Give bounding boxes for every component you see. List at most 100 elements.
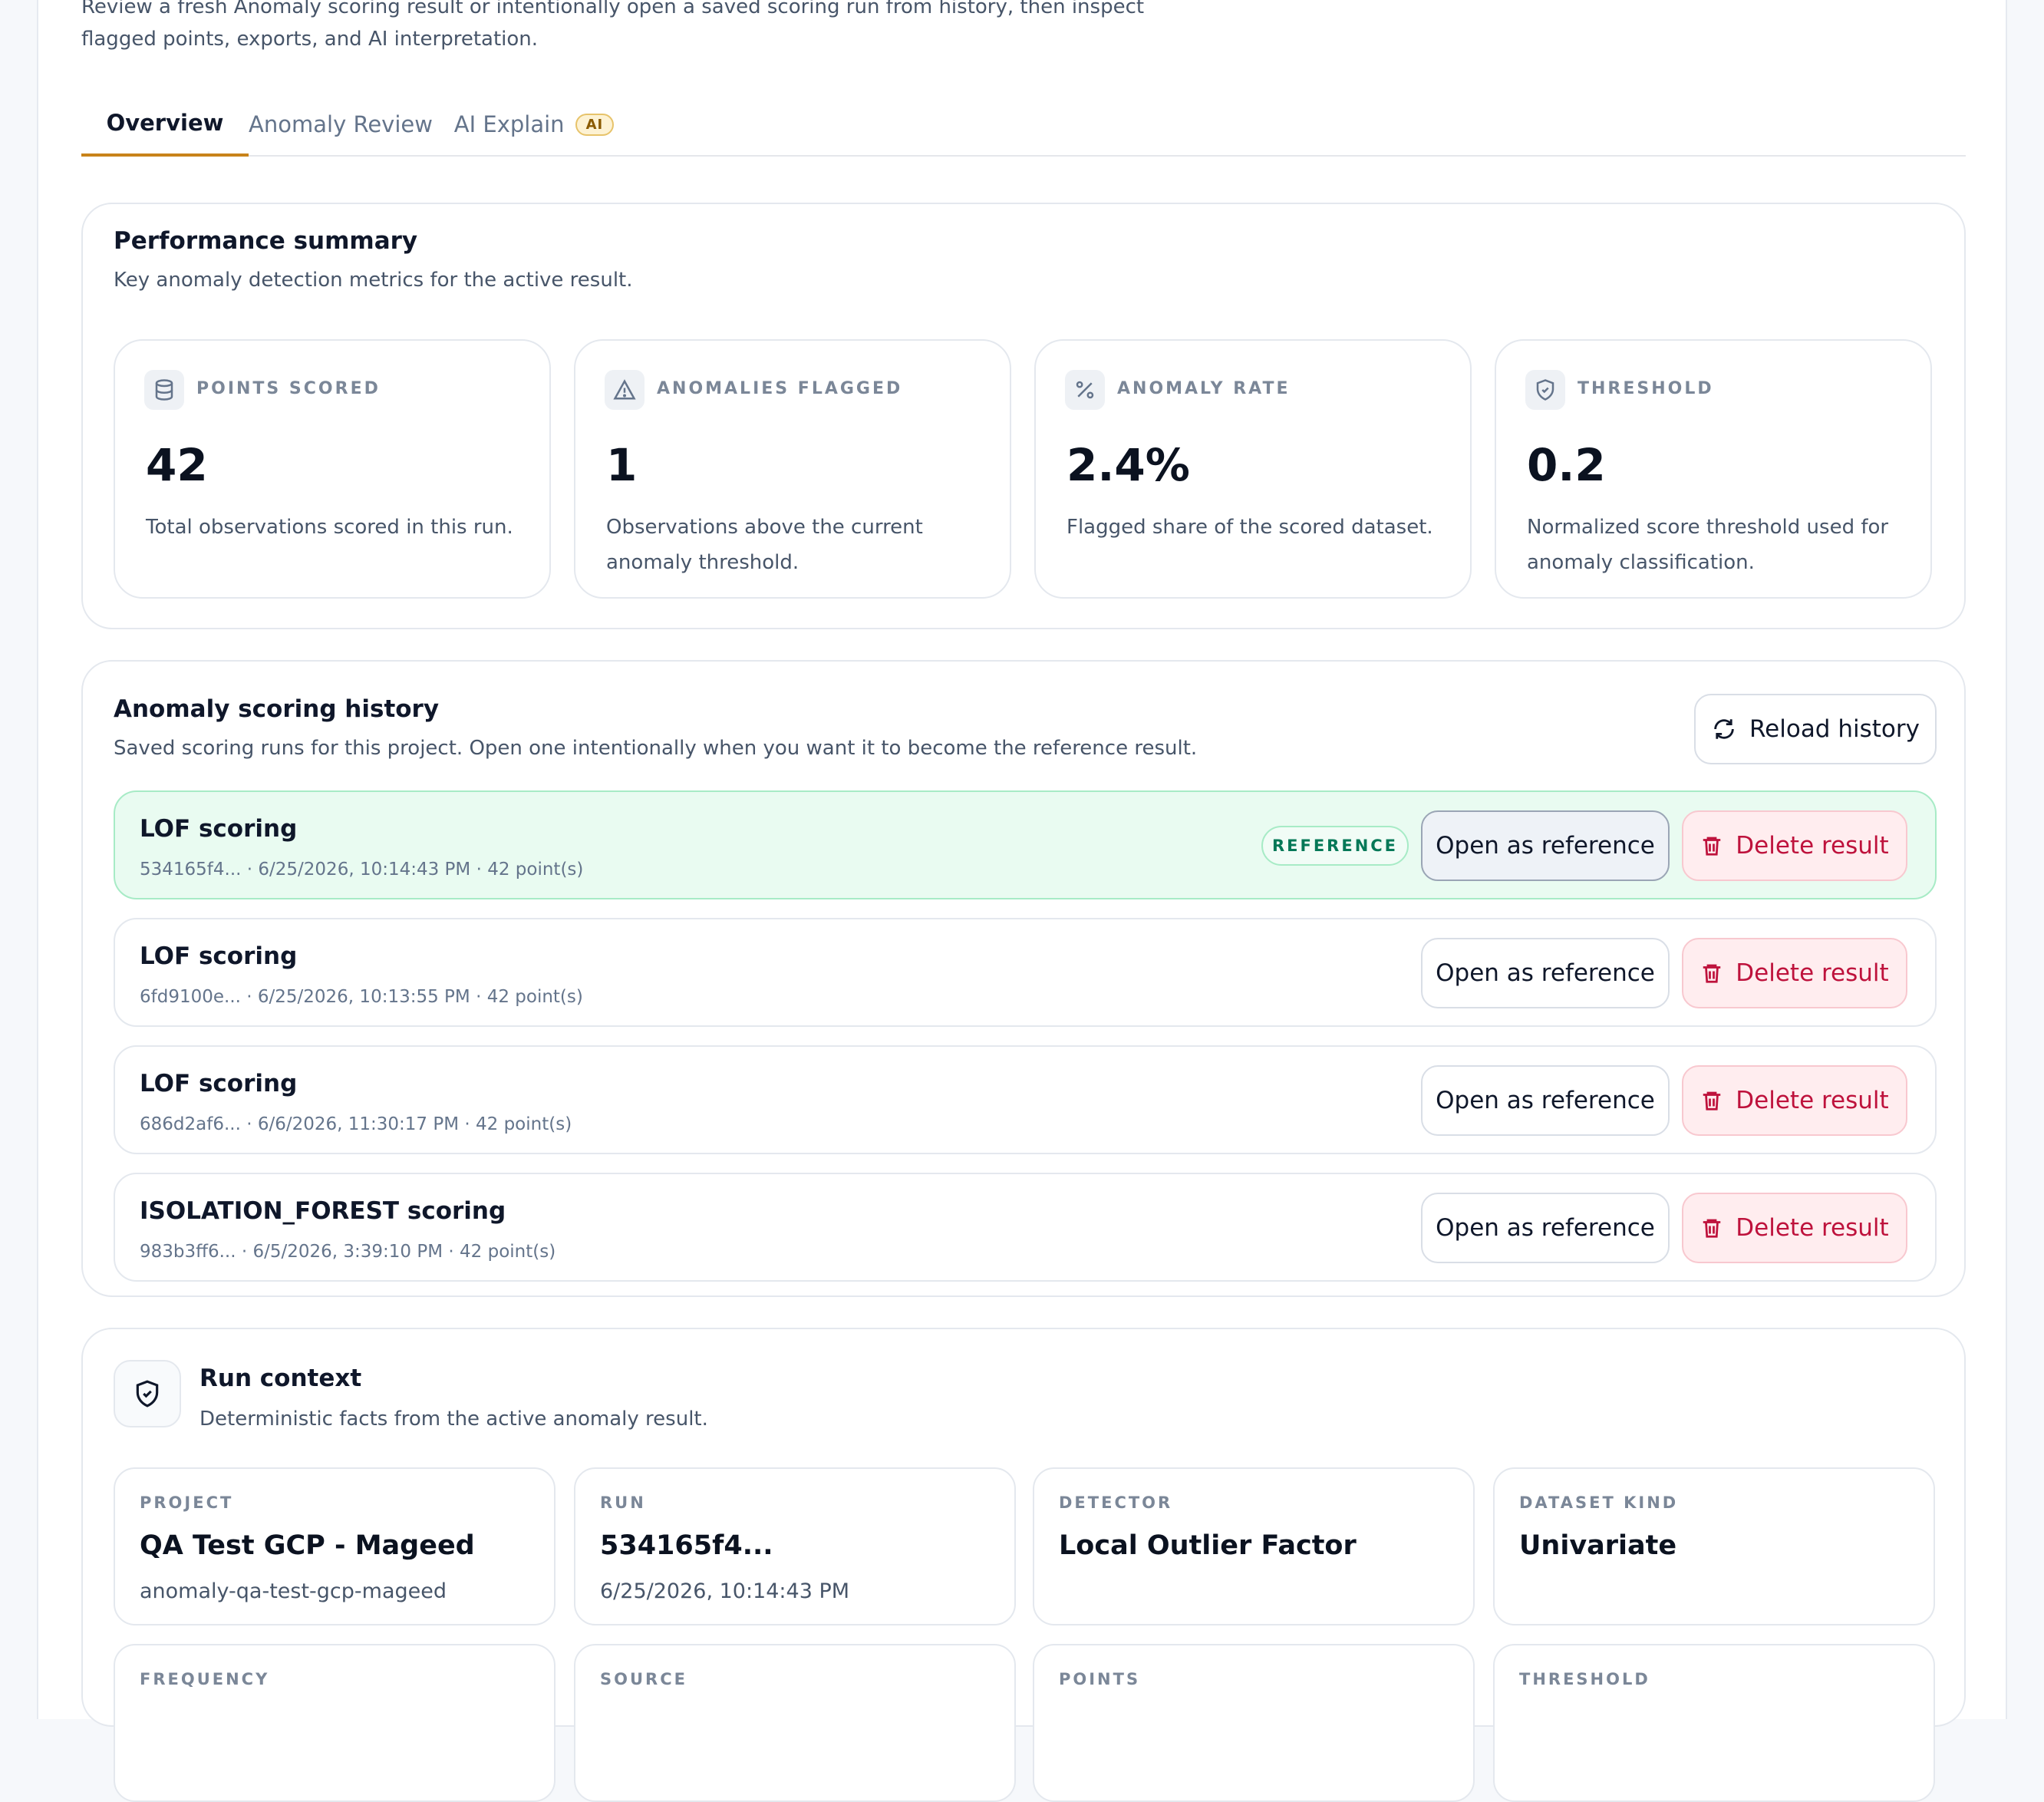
open-as-reference-label: Open as reference [1436, 1087, 1655, 1114]
open-as-reference-button[interactable]: Open as reference [1421, 810, 1670, 881]
metric-description: Flagged share of the scored dataset. [1067, 516, 1433, 539]
metric-card-anomaly-rate: ANOMALY RATE 2.4% Flagged share of the s… [1034, 339, 1472, 599]
fact-card-run: RUN 534165f4... 6/25/2026, 10:14:43 PM [574, 1467, 1016, 1625]
open-as-reference-button[interactable]: Open as reference [1421, 1193, 1670, 1263]
tab-overview-label: Overview [106, 110, 224, 136]
history-title: Anomaly scoring history [114, 695, 440, 723]
reload-history-button[interactable]: Reload history [1694, 694, 1937, 764]
delete-result-button[interactable]: Delete result [1682, 1193, 1907, 1263]
fact-label: DETECTOR [1059, 1493, 1173, 1512]
history-row: ISOLATION_FOREST scoring 983b3ff6... · 6… [114, 1173, 1937, 1282]
fact-card-source: SOURCE [574, 1644, 1016, 1802]
tab-ai-explain-label: AI Explain [453, 111, 565, 137]
trash-icon [1703, 1219, 1721, 1238]
delete-result-button[interactable]: Delete result [1682, 938, 1907, 1008]
shield-check-icon [1525, 370, 1565, 410]
tab-anomaly-review[interactable]: Anomaly Review [249, 92, 433, 157]
warning-triangle-icon [605, 370, 645, 410]
fact-value: Local Outlier Factor [1059, 1530, 1357, 1561]
metric-value: 2.4% [1067, 439, 1190, 491]
run-context-subtitle: Deterministic facts from the active anom… [199, 1408, 708, 1431]
fact-card-frequency: FREQUENCY [114, 1644, 556, 1802]
fact-sub: anomaly-qa-test-gcp-mageed [140, 1579, 447, 1603]
trash-icon [1703, 837, 1721, 856]
fact-label: THRESHOLD [1519, 1670, 1650, 1688]
tab-bar: Overview Anomaly Review AI Explain AI [81, 92, 1966, 157]
metric-description: Normalized score threshold used for anom… [1527, 516, 1889, 574]
database-icon [144, 370, 184, 410]
open-as-reference-label: Open as reference [1436, 959, 1655, 987]
fact-label: FREQUENCY [140, 1670, 270, 1688]
run-meta: 686d2af6... · 6/6/2026, 11:30:17 PM · 42… [140, 1114, 572, 1134]
delete-result-label: Delete result [1736, 1214, 1889, 1242]
fact-value: Univariate [1519, 1530, 1677, 1561]
fact-card-dataset-kind: DATASET KIND Univariate [1493, 1467, 1935, 1625]
metric-card-points-scored: POINTS SCORED 42 Total observations scor… [114, 339, 551, 599]
fact-card-threshold: THRESHOLD [1493, 1644, 1935, 1802]
metric-value: 0.2 [1527, 439, 1606, 491]
performance-summary-card: Performance summary Key anomaly detectio… [81, 203, 1966, 629]
reload-history-label: Reload history [1749, 715, 1920, 743]
history-subtitle: Saved scoring runs for this project. Ope… [114, 737, 1198, 760]
delete-result-button[interactable]: Delete result [1682, 1065, 1907, 1136]
metric-description: Observations above the current anomaly t… [606, 516, 923, 574]
fact-card-project: PROJECT QA Test GCP - Mageed anomaly-qa-… [114, 1467, 556, 1625]
delete-result-button[interactable]: Delete result [1682, 810, 1907, 881]
percent-icon [1065, 370, 1105, 410]
fact-value: 534165f4... [600, 1530, 773, 1561]
run-title: LOF scoring [140, 942, 298, 970]
fact-sub: 6/25/2026, 10:14:43 PM [600, 1579, 850, 1603]
delete-result-label: Delete result [1736, 832, 1889, 860]
refresh-icon [1714, 719, 1734, 739]
run-title: ISOLATION_FOREST scoring [140, 1197, 506, 1225]
page-panel: Review a fresh Anomaly scoring result or… [37, 0, 2007, 1802]
run-context-card: Run context Deterministic facts from the… [81, 1328, 1966, 1802]
history-row: LOF scoring 534165f4... · 6/25/2026, 10:… [114, 790, 1937, 899]
delete-result-label: Delete result [1736, 1087, 1889, 1114]
open-as-reference-label: Open as reference [1436, 1214, 1655, 1242]
trash-icon [1703, 1091, 1721, 1111]
metric-description: Total observations scored in this run. [146, 516, 513, 539]
metric-value: 42 [146, 439, 208, 491]
metric-label: ANOMALIES FLAGGED [657, 379, 903, 398]
scoring-history-card: Anomaly scoring history Saved scoring ru… [81, 660, 1966, 1297]
page-intro: Review a fresh Anomaly scoring result or… [81, 0, 1186, 55]
fact-card-points: POINTS [1033, 1644, 1475, 1802]
reference-badge: REFERENCE [1261, 826, 1409, 866]
intro-line-1: Review a fresh Anomaly scoring result or… [81, 0, 1145, 18]
ai-badge: AI [575, 113, 615, 136]
fact-label: PROJECT [140, 1493, 234, 1512]
metric-label: ANOMALY RATE [1117, 379, 1291, 398]
open-as-reference-label: Open as reference [1436, 832, 1655, 860]
fact-value: QA Test GCP - Mageed [140, 1530, 475, 1561]
metric-label: POINTS SCORED [196, 379, 381, 398]
metric-label: THRESHOLD [1578, 379, 1714, 398]
open-as-reference-button[interactable]: Open as reference [1421, 938, 1670, 1008]
shield-check-icon [114, 1360, 181, 1427]
open-as-reference-button[interactable]: Open as reference [1421, 1065, 1670, 1136]
run-meta: 983b3ff6... · 6/5/2026, 3:39:10 PM · 42 … [140, 1242, 556, 1262]
delete-result-label: Delete result [1736, 959, 1889, 987]
metric-value: 1 [606, 439, 638, 491]
run-meta: 534165f4... · 6/25/2026, 10:14:43 PM · 4… [140, 860, 584, 880]
history-row: LOF scoring 686d2af6... · 6/6/2026, 11:3… [114, 1045, 1937, 1154]
run-title: LOF scoring [140, 815, 298, 843]
metric-card-threshold: THRESHOLD 0.2 Normalized score threshold… [1495, 339, 1932, 599]
metric-card-anomalies-flagged: ANOMALIES FLAGGED 1 Observations above t… [574, 339, 1011, 599]
run-context-title: Run context [199, 1365, 362, 1392]
intro-line-2: flagged points, exports, and AI interpre… [81, 28, 539, 51]
tab-overview[interactable]: Overview [81, 92, 249, 157]
history-row: LOF scoring 6fd9100e... · 6/25/2026, 10:… [114, 918, 1937, 1027]
fact-label: RUN [600, 1493, 646, 1512]
fact-label: POINTS [1059, 1670, 1141, 1688]
run-meta: 6fd9100e... · 6/25/2026, 10:13:55 PM · 4… [140, 987, 583, 1007]
trash-icon [1703, 964, 1721, 983]
fact-label: DATASET KIND [1519, 1493, 1679, 1512]
tab-anomaly-review-label: Anomaly Review [249, 111, 433, 137]
tab-ai-explain[interactable]: AI Explain AI [433, 92, 635, 157]
performance-summary-subtitle: Key anomaly detection metrics for the ac… [114, 269, 633, 292]
performance-summary-title: Performance summary [114, 227, 418, 255]
run-title: LOF scoring [140, 1070, 298, 1097]
fact-card-detector: DETECTOR Local Outlier Factor [1033, 1467, 1475, 1625]
fact-label: SOURCE [600, 1670, 687, 1688]
